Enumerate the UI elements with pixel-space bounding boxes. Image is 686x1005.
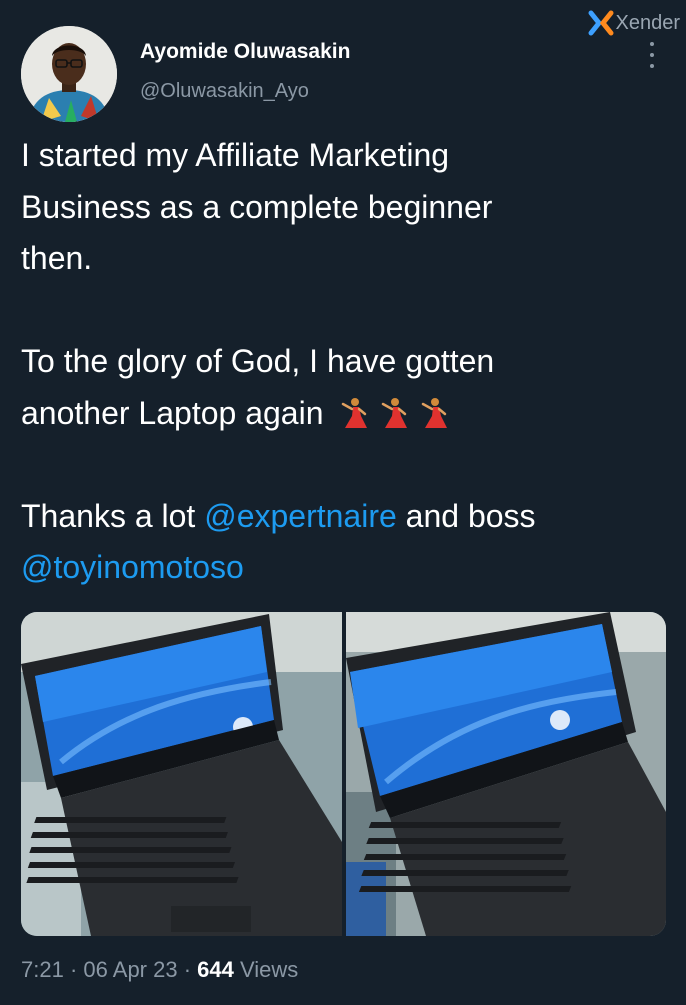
woman-dancing-icon bbox=[422, 397, 448, 428]
tweet-line-with-emoji: another Laptop again bbox=[21, 388, 671, 440]
thanks-text: Thanks a lot bbox=[21, 497, 196, 534]
tweet-meta: 7:21 · 06 Apr 23 · 644 Views bbox=[21, 957, 298, 983]
media-photo-2[interactable] bbox=[345, 612, 667, 936]
tweet-text: I started my Affiliate Marketing Busines… bbox=[21, 130, 671, 594]
tweet: Xender Ayomide Oluwasakin @Oluwasakin_Ay… bbox=[0, 0, 686, 1005]
tweet-line: then. bbox=[21, 240, 93, 276]
woman-dancing-icon bbox=[342, 397, 368, 428]
mention-expertnaire[interactable]: @expertnaire bbox=[204, 498, 397, 534]
tweet-line: Thanks a lot @expertnaire and boss bbox=[21, 491, 671, 543]
tweet-date[interactable]: 06 Apr 23 bbox=[83, 957, 177, 982]
separator: · bbox=[183, 957, 192, 982]
tweet-line: To the glory of God, I have gotten bbox=[21, 343, 495, 379]
views-label: Views bbox=[240, 957, 299, 982]
tweet-line: Business as a complete beginner bbox=[21, 188, 493, 225]
and-boss-text: and boss bbox=[405, 497, 536, 534]
tweet-line: @toyinomotoso bbox=[21, 542, 671, 594]
display-name[interactable]: Ayomide Oluwasakin bbox=[140, 40, 350, 64]
tweet-line: I started my Affiliate Marketing bbox=[21, 137, 450, 173]
handle[interactable]: @Oluwasakin_Ayo bbox=[140, 80, 309, 103]
tweet-time[interactable]: 7:21 bbox=[21, 957, 64, 982]
separator: · bbox=[69, 957, 78, 982]
views-count: 644 bbox=[197, 957, 234, 982]
more-options-icon[interactable] bbox=[646, 42, 658, 68]
woman-dancing-icon bbox=[382, 397, 408, 428]
watermark-label: Xender bbox=[615, 11, 681, 34]
xender-watermark: Xender bbox=[588, 10, 681, 36]
avatar[interactable] bbox=[21, 26, 117, 122]
media-grid bbox=[21, 612, 666, 936]
mention-toyinomotoso[interactable]: @toyinomotoso bbox=[21, 549, 244, 585]
xender-x-logo-icon bbox=[588, 10, 613, 36]
media-photo-1[interactable] bbox=[21, 612, 342, 936]
tweet-line: another Laptop again bbox=[21, 394, 324, 431]
